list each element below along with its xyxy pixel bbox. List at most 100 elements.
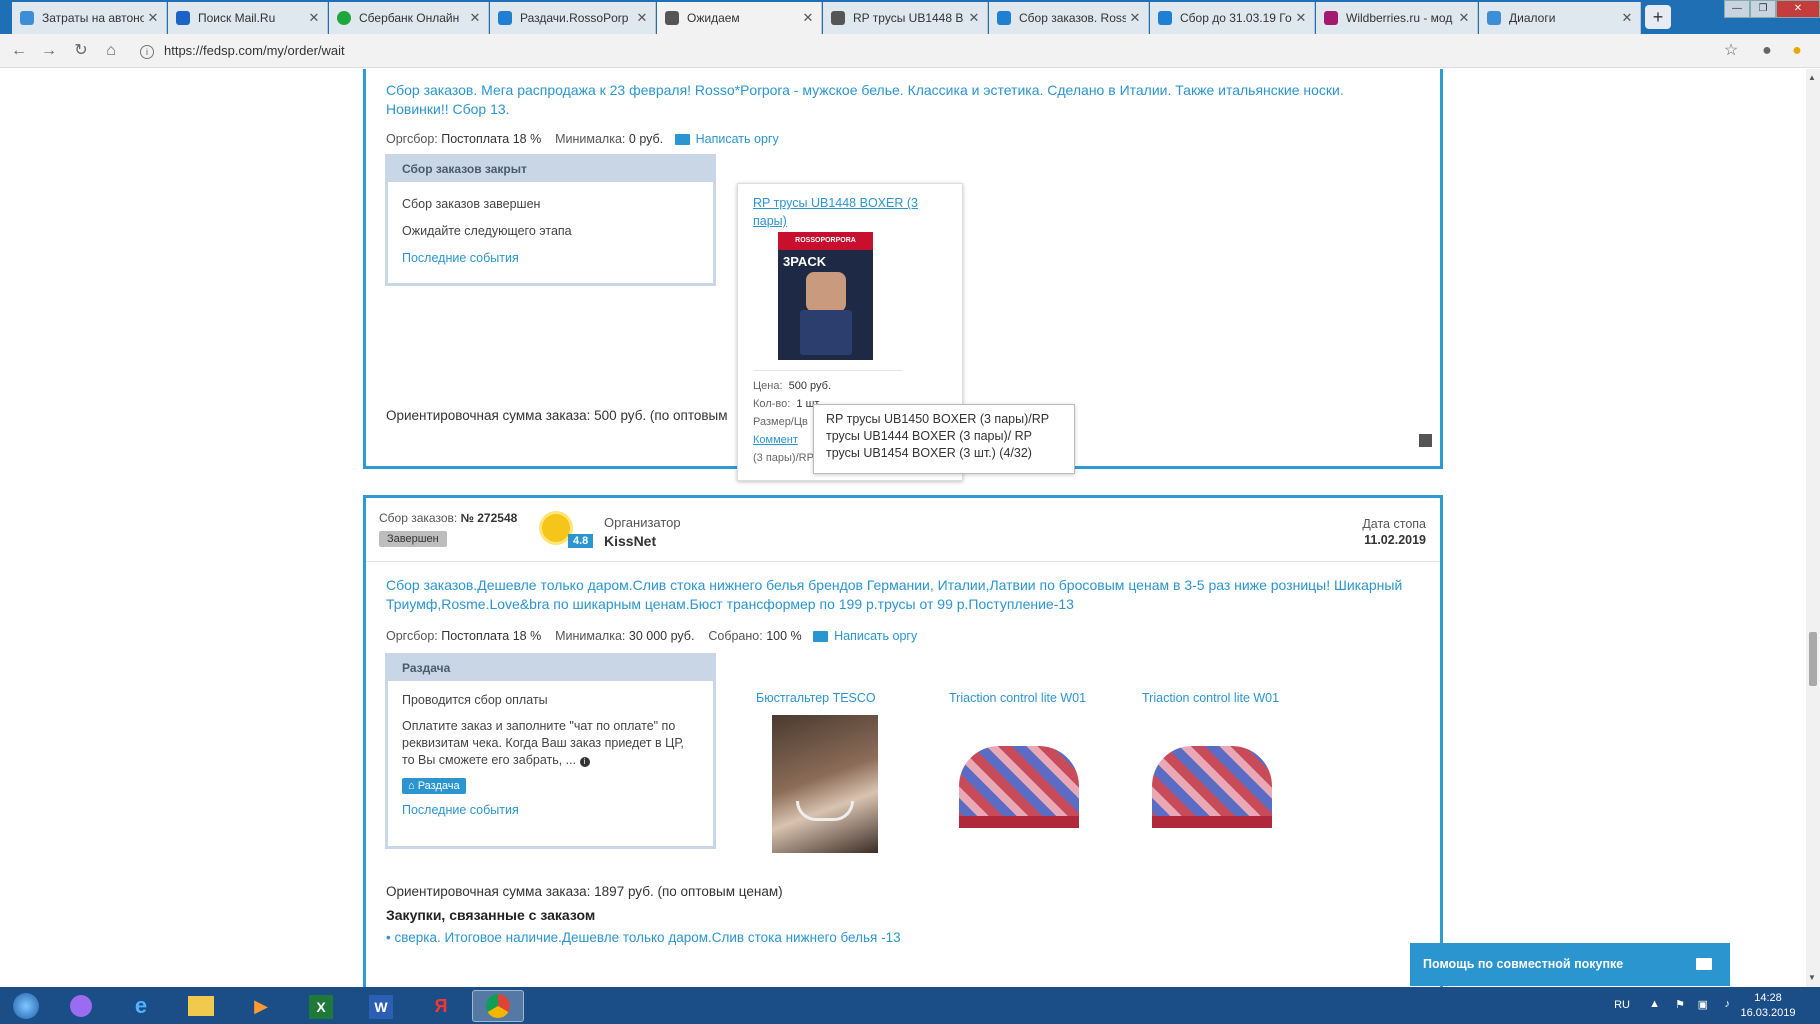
order-description-link[interactable]: Сбор заказов.Дешевле только даром.Слив с…	[386, 576, 1406, 614]
organizer-avatar[interactable]	[542, 514, 570, 542]
minimize-icon[interactable]: —	[1724, 0, 1750, 18]
bra-shape	[796, 801, 854, 821]
volume-icon[interactable]: ♪	[1725, 998, 1731, 1010]
close-icon[interactable]: ✕	[144, 10, 162, 26]
related-purchase-item[interactable]: • сверка. Итоговое наличие.Дешевле тольк…	[386, 930, 901, 945]
profile-icon[interactable]: ●	[1756, 40, 1778, 62]
help-widget[interactable]: Помощь по совместной покупке	[1410, 943, 1730, 986]
close-icon[interactable]: ✕	[1618, 10, 1636, 26]
bra-shape	[959, 746, 1079, 826]
tab-razdachi[interactable]: Раздачи.RossoPorp ✕	[490, 2, 656, 34]
product-price: Цена: 500 руб.	[753, 380, 832, 392]
handshake-icon	[831, 11, 845, 25]
home-icon[interactable]: ⌂	[100, 40, 122, 62]
page-scrollbar[interactable]: ▲ ▼	[1806, 69, 1820, 987]
close-window-icon[interactable]: ✕	[1776, 0, 1820, 18]
tray-expand-icon[interactable]: ▲	[1649, 998, 1660, 1010]
tab-orders-3103[interactable]: Сбор до 31.03.19 Го ✕	[1150, 2, 1315, 34]
expand-icon[interactable]	[1419, 434, 1432, 447]
write-org-link[interactable]: Написать оргу	[696, 132, 779, 146]
maximize-icon[interactable]: ❐	[1750, 0, 1776, 18]
scroll-thumb[interactable]	[1809, 632, 1817, 686]
tab-rp-boxer[interactable]: RP трусы UB1448 B ✕	[823, 2, 988, 34]
site-icon	[498, 11, 512, 25]
order-status-panel: Сбор заказов закрыт Сбор заказов заверше…	[385, 154, 716, 286]
tab-costs[interactable]: Затраты на автоно ✕	[12, 2, 167, 34]
brand-label: ROSSOPORPORA	[778, 232, 873, 250]
wildberries-icon	[1324, 11, 1338, 25]
close-icon[interactable]: ✕	[466, 10, 484, 26]
write-org-link[interactable]: Написать оргу	[834, 629, 917, 643]
alert-icon[interactable]: ●	[1786, 40, 1808, 62]
dispatch-button[interactable]: ⌂ Раздача	[402, 778, 466, 794]
product-image-triaction-1[interactable]	[949, 716, 1089, 844]
close-icon[interactable]: ✕	[1292, 10, 1310, 26]
product-comment-tail: (3 пары)/RP	[753, 452, 814, 464]
recent-events-link[interactable]: Последние события	[402, 803, 519, 817]
word-icon[interactable]: W	[355, 990, 407, 1022]
status-head: Раздача	[388, 656, 713, 681]
info-icon[interactable]: i	[140, 44, 154, 59]
product-title-link[interactable]: RP трусы UB1448 BOXER (3 пары)	[753, 194, 943, 230]
clock-time[interactable]: 14:28	[1738, 992, 1798, 1004]
excel-icon[interactable]: X	[295, 990, 347, 1022]
close-icon[interactable]: ✕	[1455, 10, 1473, 26]
close-icon[interactable]: ✕	[1126, 10, 1144, 26]
organizer-label: Организатор	[604, 515, 681, 530]
scroll-up-icon[interactable]: ▲	[1808, 73, 1816, 82]
status-head: Сбор заказов закрыт	[388, 157, 713, 182]
back-icon[interactable]: ←	[8, 40, 30, 62]
clock-date[interactable]: 16.03.2019	[1738, 1007, 1798, 1019]
tab-wildberries[interactable]: Wildberries.ru - мод ✕	[1316, 2, 1478, 34]
boxer-shape	[800, 310, 852, 355]
tab-waiting[interactable]: Ожидаем ✕	[657, 2, 822, 34]
close-icon[interactable]: ✕	[965, 10, 983, 26]
url-text: https://fedsp.com/my/order/wait	[164, 43, 345, 58]
browser-toolbar: ← → ↻ ⌂ i https://fedsp.com/my/order/wait…	[0, 34, 1820, 68]
envelope-icon	[813, 631, 829, 643]
close-icon[interactable]: ✕	[633, 10, 651, 26]
product-image-boxer[interactable]: ROSSOPORPORA 3PACK	[778, 232, 873, 360]
ie-icon[interactable]: e	[115, 990, 167, 1022]
order-description-link[interactable]: Сбор заказов. Мега распродажа к 23 февра…	[386, 81, 1406, 119]
forward-icon[interactable]: →	[38, 40, 60, 62]
scroll-down-icon[interactable]: ▼	[1808, 973, 1816, 982]
alice-icon[interactable]	[55, 990, 107, 1022]
product-link[interactable]: Triaction control lite W01	[1142, 691, 1279, 705]
folder-icon[interactable]	[175, 990, 227, 1022]
browser-tab-strip: Затраты на автоно ✕ Поиск Mail.Ru ✕ Сбер…	[0, 0, 1820, 34]
tab-sberbank[interactable]: Сбербанк Онлайн ✕	[329, 2, 489, 34]
order-total: Ориентировочная сумма заказа: 1897 руб. …	[386, 884, 783, 899]
recent-events-link[interactable]: Последние события	[402, 251, 519, 265]
organizer-name[interactable]: KissNet	[604, 533, 656, 549]
new-tab-button[interactable]: +	[1645, 5, 1671, 29]
search-icon	[176, 11, 190, 25]
start-button[interactable]	[4, 990, 48, 1022]
tab-dialogs[interactable]: Диалоги ✕	[1479, 2, 1641, 34]
tab-orders-ross[interactable]: Сбор заказов. Ross ✕	[989, 2, 1149, 34]
product-link[interactable]: Triaction control lite W01	[949, 691, 1086, 705]
media-player-icon[interactable]: ▶	[235, 990, 287, 1022]
product-link[interactable]: Бюстгальтер TESCO	[756, 691, 876, 705]
flag-icon[interactable]: ⚑	[1675, 998, 1685, 1011]
address-bar[interactable]: i https://fedsp.com/my/order/wait	[140, 39, 1710, 63]
envelope-icon	[1696, 958, 1712, 970]
close-icon[interactable]: ✕	[799, 10, 817, 26]
site-icon	[1158, 11, 1172, 25]
stop-date-label: Дата стопа	[1362, 517, 1426, 531]
site-icon	[997, 11, 1011, 25]
chrome-icon[interactable]	[472, 990, 524, 1022]
tab-mail-search[interactable]: Поиск Mail.Ru ✕	[168, 2, 328, 34]
language-indicator[interactable]: RU	[1614, 999, 1630, 1011]
info-icon[interactable]: i	[579, 757, 590, 767]
network-icon[interactable]: ▣	[1698, 998, 1708, 1011]
close-icon[interactable]: ✕	[305, 10, 323, 26]
product-image-bra-tesco[interactable]	[772, 715, 878, 853]
yandex-icon[interactable]: Я	[415, 990, 467, 1022]
envelope-icon	[674, 134, 690, 146]
reload-icon[interactable]: ↻	[70, 40, 92, 62]
bookmark-star-icon[interactable]: ☆	[1720, 40, 1742, 62]
product-comment-link[interactable]: Коммент	[753, 434, 798, 446]
product-image-triaction-2[interactable]	[1142, 716, 1282, 844]
order-meta: Оргсбор: Постоплата 18 % Минималка: 30 0…	[386, 629, 918, 643]
